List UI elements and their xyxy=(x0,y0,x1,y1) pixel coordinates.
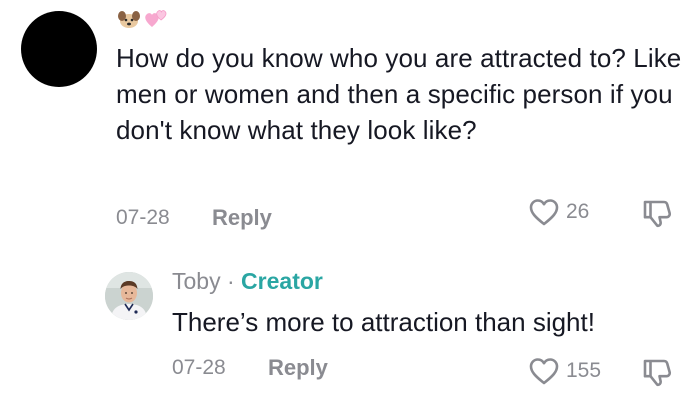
creator-avatar-photo xyxy=(105,272,153,320)
comment-text: How do you know who you are attracted to… xyxy=(116,43,682,145)
thumbs-down-icon[interactable] xyxy=(640,356,674,388)
reply-like-button[interactable]: 155 xyxy=(528,356,601,386)
comment-reply-button[interactable]: Reply xyxy=(212,205,272,231)
comment-like-button[interactable]: 26 xyxy=(528,197,589,227)
dog-emoji-icon xyxy=(118,11,140,28)
creator-name[interactable]: Toby xyxy=(172,268,221,294)
creator-badge: Creator xyxy=(241,268,323,294)
commenter-avatar[interactable] xyxy=(21,11,97,87)
reply-date: 07-28 xyxy=(172,356,226,379)
reply-text: There’s more to attraction than sight! xyxy=(172,307,595,337)
pink-hearts-icon xyxy=(145,10,167,27)
heart-outline-icon xyxy=(529,358,559,385)
reply-reply-button[interactable]: Reply xyxy=(268,355,328,381)
comment-like-count: 26 xyxy=(566,200,590,223)
thumbs-down-icon[interactable] xyxy=(640,197,674,229)
commenter-username[interactable] xyxy=(116,6,169,32)
creator-name-row: Toby · Creator xyxy=(172,266,323,296)
name-separator: · xyxy=(226,268,235,294)
heart-outline-icon xyxy=(529,199,559,226)
creator-avatar[interactable] xyxy=(105,272,153,320)
reply-like-count: 155 xyxy=(566,359,602,382)
comment-date: 07-28 xyxy=(116,206,170,229)
